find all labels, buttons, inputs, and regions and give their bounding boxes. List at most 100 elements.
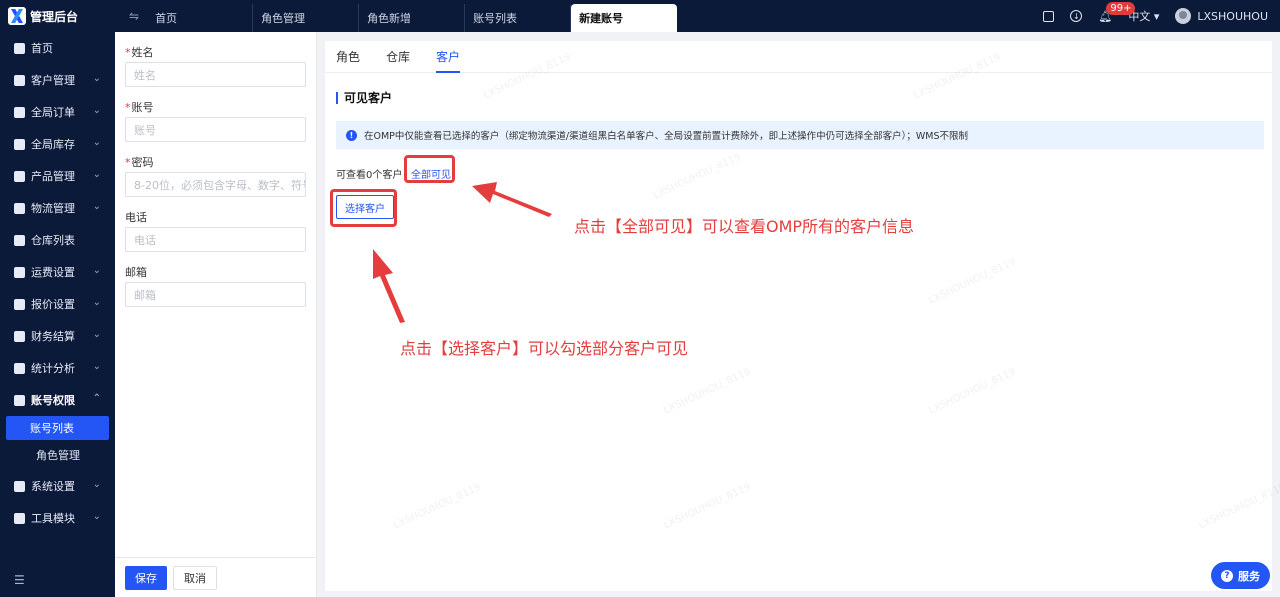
users-icon <box>14 74 25 86</box>
sidebar-item-label: 产品管理 <box>31 170 75 183</box>
product-icon <box>14 170 25 182</box>
gear-icon <box>14 480 25 492</box>
sidebar-item-logistics[interactable]: 物流管理 ⌄ <box>0 192 115 224</box>
sidebar-item-label: 系统设置 <box>31 480 75 493</box>
tab-new-account[interactable]: 新建账号 <box>571 4 678 32</box>
email-field-group: 邮箱 邮箱 <box>125 264 306 307</box>
download-icon[interactable]: ↓ <box>1070 10 1083 22</box>
service-button[interactable]: ? 服务 <box>1211 562 1270 589</box>
watermark: LXSHOUHOU_8119 <box>927 256 1018 307</box>
required-mark: * <box>125 46 131 59</box>
phone-label: 电话 <box>125 211 147 224</box>
permission-tabs: 角色 仓库 客户 <box>325 41 1272 73</box>
sidebar-item-warehouses[interactable]: 仓库列表 <box>0 224 115 256</box>
chevron-down-icon: ⌄ <box>92 361 101 372</box>
sidebar-item-account-permissions[interactable]: 账号权限 ⌃ <box>0 384 115 416</box>
info-alert: ! 在OMP中仅能查看已选择的客户（绑定物流渠道/渠道组黑白名单客户、全局设置前… <box>336 121 1264 149</box>
tab-role[interactable]: 角色 <box>336 41 360 73</box>
name-input[interactable]: 姓名 <box>125 62 306 87</box>
sidebar-item-statistics[interactable]: 统计分析 ⌄ <box>0 352 115 384</box>
bell-icon[interactable]: 🔔︎ 99+ <box>1098 2 1136 23</box>
cancel-button[interactable]: 取消 <box>173 565 217 590</box>
phone-field-group: 电话 电话 <box>125 209 306 252</box>
email-input[interactable]: 邮箱 <box>125 282 306 307</box>
annotation-all-visible: 点击【全部可见】可以查看OMP所有的客户信息 <box>574 217 915 236</box>
sidebar-item-label: 报价设置 <box>31 298 75 311</box>
sidebar-subitem-account-list[interactable]: 账号列表 <box>6 416 109 440</box>
warehouse-icon <box>14 234 25 246</box>
menu-toggle-icon[interactable]: ⇋ <box>129 9 139 23</box>
home-icon <box>14 42 25 54</box>
inbox-icon[interactable] <box>1043 10 1055 22</box>
chevron-down-icon: ⌄ <box>92 137 101 148</box>
tab-role-management[interactable]: 角色管理 <box>253 4 360 32</box>
sidebar-item-label: 全局库存 <box>31 138 75 151</box>
sidebar-item-label: 财务结算 <box>31 330 75 343</box>
sidebar-item-orders[interactable]: 全局订单 ⌄ <box>0 96 115 128</box>
avatar <box>1175 8 1192 24</box>
freight-icon <box>14 266 25 278</box>
tab-warehouse[interactable]: 仓库 <box>386 41 410 73</box>
tab-account-list[interactable]: 账号列表 <box>465 4 572 32</box>
collapse-sidebar-icon[interactable]: ☰ <box>14 573 25 587</box>
highlight-box-select-customer <box>330 189 397 227</box>
chevron-down-icon: ⌄ <box>92 169 101 180</box>
sidebar-item-products[interactable]: 产品管理 ⌄ <box>0 160 115 192</box>
info-icon: ! <box>346 129 357 141</box>
tab-customer[interactable]: 客户 <box>436 41 461 73</box>
logo[interactable]: 管理后台 <box>0 0 115 32</box>
username: LXSHOUHOU <box>1197 9 1268 23</box>
account-input[interactable]: 账号 <box>125 117 306 142</box>
highlight-box-all-visible <box>404 155 455 183</box>
order-icon <box>14 106 25 118</box>
chevron-down-icon: ⌄ <box>92 265 101 276</box>
page-tabs: 首页 角色管理 角色新增 账号列表 新建账号 <box>147 0 678 32</box>
sidebar-item-quotes[interactable]: 报价设置 ⌄ <box>0 288 115 320</box>
account-label: *账号 <box>125 101 154 114</box>
sidebar-item-label: 客户管理 <box>31 74 75 87</box>
chevron-down-icon: ⌄ <box>92 73 101 84</box>
required-mark: * <box>125 101 131 114</box>
watermark: LXSHOUHOU_8119 <box>662 366 753 417</box>
org-chart-icon <box>14 394 25 406</box>
top-bar: 管理后台 ⇋ 首页 角色管理 角色新增 账号列表 新建账号 ↓ 🔔︎ 99+ 中文… <box>0 0 1280 32</box>
sidebar-item-inventory[interactable]: 全局库存 ⌄ <box>0 128 115 160</box>
inventory-icon <box>14 138 25 150</box>
service-label: 服务 <box>1238 569 1260 583</box>
wrench-icon <box>14 512 25 524</box>
form-footer: 保存 取消 <box>115 557 317 597</box>
required-mark: * <box>125 156 131 169</box>
sidebar-item-label: 工具模块 <box>31 512 75 525</box>
quote-icon <box>14 298 25 310</box>
chevron-up-icon: ⌃ <box>92 393 101 404</box>
tab-home[interactable]: 首页 <box>147 4 254 32</box>
chevron-down-icon: ⌄ <box>92 201 101 212</box>
sidebar-item-home[interactable]: 首页 <box>0 32 115 64</box>
password-label: *密码 <box>125 156 154 169</box>
sidebar-item-system-settings[interactable]: 系统设置 ⌄ <box>0 470 115 502</box>
annotation-select-customer: 点击【选择客户】可以勾选部分客户可见 <box>400 339 689 358</box>
watermark: LXSHOUHOU_8119 <box>662 481 753 532</box>
sidebar-item-freight[interactable]: 运费设置 ⌄ <box>0 256 115 288</box>
sidebar-item-label: 运费设置 <box>31 266 75 279</box>
logo-icon <box>8 7 26 25</box>
alert-text: 在OMP中仅能查看已选择的客户（绑定物流渠道/渠道组黑白名单客户、全局设置前置计… <box>364 131 968 142</box>
chevron-down-icon: ⌄ <box>92 511 101 522</box>
tab-role-add[interactable]: 角色新增 <box>359 4 466 32</box>
chevron-down-icon: ⌄ <box>92 329 101 340</box>
section-title: 可见客户 <box>336 92 392 104</box>
save-button[interactable]: 保存 <box>125 565 167 590</box>
finance-icon <box>14 330 25 342</box>
chevron-down-icon: ▾ <box>1153 10 1160 23</box>
sidebar-item-tools[interactable]: 工具模块 ⌄ <box>0 502 115 534</box>
sidebar-item-customers[interactable]: 客户管理 ⌄ <box>0 64 115 96</box>
account-field-group: *账号 账号 <box>125 99 306 142</box>
sidebar-subitem-role-management[interactable]: 角色管理 <box>6 443 109 467</box>
chart-icon <box>14 362 25 374</box>
phone-input[interactable]: 电话 <box>125 227 306 252</box>
password-input[interactable]: 8-20位，必须包含字母、数字、符号 <box>125 172 306 197</box>
chevron-down-icon: ⌄ <box>92 479 101 490</box>
user-menu[interactable]: LXSHOUHOU <box>1175 8 1268 24</box>
sidebar-item-finance[interactable]: 财务结算 ⌄ <box>0 320 115 352</box>
name-field-group: *姓名 姓名 <box>125 44 306 87</box>
